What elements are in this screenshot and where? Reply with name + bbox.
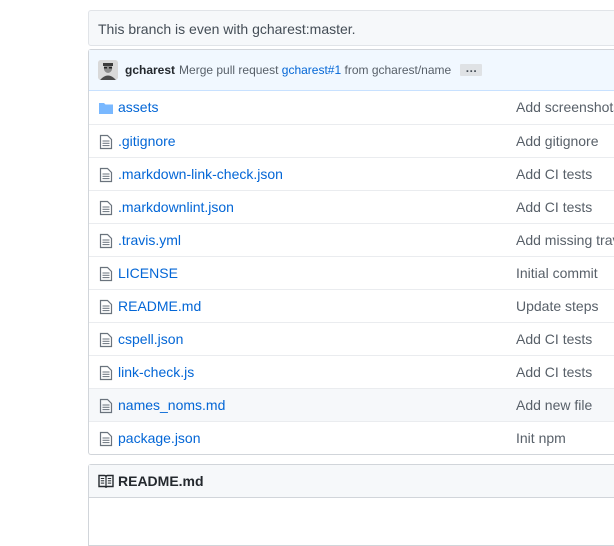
- file-row[interactable]: .markdownlint.json Add CI tests: [89, 190, 614, 223]
- file-icon: [99, 266, 113, 282]
- commit-message-prefix[interactable]: Merge pull request: [179, 63, 278, 77]
- file-icon: [99, 332, 113, 348]
- file-name-link[interactable]: assets: [118, 99, 158, 115]
- file-icon: [99, 365, 113, 381]
- book-icon: [98, 474, 114, 488]
- file-icon: [99, 134, 113, 150]
- file-list-box: gcharest Merge pull request gcharest#1 f…: [88, 49, 614, 455]
- file-row[interactable]: cspell.json Add CI tests: [89, 322, 614, 355]
- commit-message-link[interactable]: Init npm: [516, 430, 566, 446]
- file-name-link[interactable]: .markdownlint.json: [118, 199, 234, 215]
- commit-author-link[interactable]: gcharest: [125, 63, 175, 77]
- file-name-link[interactable]: package.json: [118, 430, 201, 446]
- file-rows: assets Add screenshots .gitignore Add gitig…: [89, 91, 614, 454]
- commit-message-link[interactable]: Initial commit: [516, 265, 598, 281]
- commit-message-suffix[interactable]: from gcharest/name: [344, 63, 451, 77]
- file-row[interactable]: names_noms.md Add new file: [89, 388, 614, 421]
- commit-message-link[interactable]: Add CI tests: [516, 364, 592, 380]
- file-row[interactable]: assets Add screenshots: [89, 91, 614, 124]
- file-row[interactable]: package.json Init npm: [89, 421, 614, 454]
- commit-message-link[interactable]: Add CI tests: [516, 199, 592, 215]
- readme-box: README.md: [88, 464, 614, 546]
- commit-message-link[interactable]: Add screenshots: [516, 99, 614, 115]
- readme-header: README.md: [89, 465, 614, 498]
- branch-status-banner: This branch is even with gcharest:master…: [88, 10, 614, 46]
- file-icon: [99, 167, 113, 183]
- file-icon: [99, 398, 113, 414]
- latest-commit-bar: gcharest Merge pull request gcharest#1 f…: [89, 50, 614, 91]
- folder-icon: [99, 100, 113, 116]
- commit-message-link[interactable]: Add CI tests: [516, 166, 592, 182]
- file-row[interactable]: .travis.yml Add missing travis: [89, 223, 614, 256]
- commit-message-link[interactable]: Add CI tests: [516, 331, 592, 347]
- file-row[interactable]: link-check.js Add CI tests: [89, 355, 614, 388]
- readme-title[interactable]: README.md: [118, 473, 204, 489]
- file-icon: [99, 299, 113, 315]
- file-name-link[interactable]: names_noms.md: [118, 397, 225, 413]
- repo-file-browser: This branch is even with gcharest:master…: [88, 10, 614, 455]
- file-row[interactable]: README.md Update steps: [89, 289, 614, 322]
- branch-status-text: This branch is even with gcharest:master…: [98, 21, 356, 37]
- file-icon: [99, 431, 113, 447]
- file-icon: [99, 233, 113, 249]
- file-row[interactable]: .markdown-link-check.json Add CI tests: [89, 157, 614, 190]
- file-name-link[interactable]: link-check.js: [118, 364, 194, 380]
- expand-commit-message-button[interactable]: …: [460, 62, 483, 76]
- file-row[interactable]: LICENSE Initial commit: [89, 256, 614, 289]
- commit-message-link[interactable]: Add missing travis: [516, 232, 614, 248]
- commit-message-link[interactable]: Add new file: [516, 397, 592, 413]
- commit-message-link[interactable]: Update steps: [516, 298, 599, 314]
- pull-request-link[interactable]: gcharest#1: [282, 63, 341, 77]
- file-icon: [99, 200, 113, 216]
- file-name-link[interactable]: .gitignore: [118, 133, 176, 149]
- file-name-link[interactable]: LICENSE: [118, 265, 178, 281]
- commit-message-link[interactable]: Add gitignore: [516, 133, 599, 149]
- file-name-link[interactable]: .markdown-link-check.json: [118, 166, 283, 182]
- avatar[interactable]: [98, 60, 118, 80]
- file-name-link[interactable]: .travis.yml: [118, 232, 181, 248]
- file-row[interactable]: .gitignore Add gitignore: [89, 124, 614, 157]
- file-name-link[interactable]: cspell.json: [118, 331, 183, 347]
- file-name-link[interactable]: README.md: [118, 298, 201, 314]
